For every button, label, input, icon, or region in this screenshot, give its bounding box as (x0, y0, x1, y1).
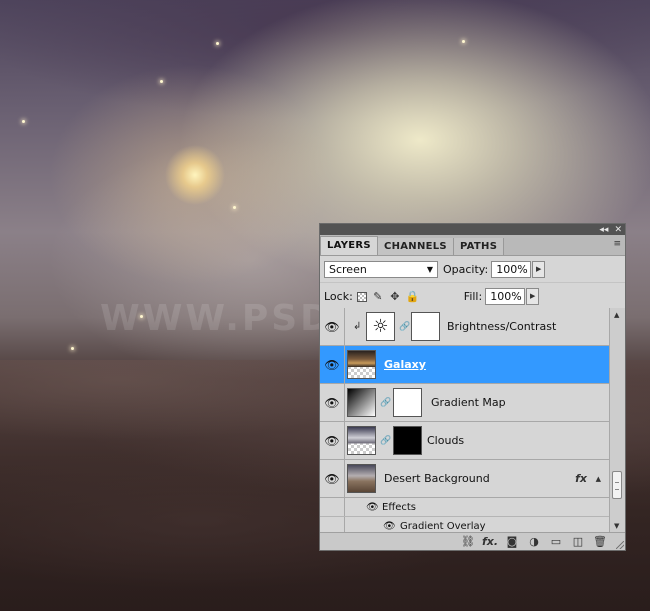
opacity-input[interactable]: 100% (491, 260, 532, 278)
layers-scrollbar[interactable]: ▲ ▼ (609, 308, 625, 533)
layer-mask-thumbnail[interactable] (411, 312, 440, 341)
lock-fill-row: Lock: ✎ ✥ 🔒 Fill: 100% ▶ (320, 283, 625, 311)
tab-channels[interactable]: CHANNELS (377, 238, 454, 255)
blend-mode-select[interactable]: Screen ▼ (324, 260, 438, 278)
adjustment-thumbnail-icon[interactable]: ☼ (366, 312, 395, 341)
layer-thumbnail[interactable] (347, 350, 376, 379)
fill-label: Fill: (463, 290, 483, 303)
effect-visibility-eye-icon[interactable]: 👁 (383, 521, 396, 532)
effect-name[interactable]: Gradient Overlay (400, 521, 486, 532)
expand-effects-icon[interactable]: ▲ (596, 475, 601, 483)
opacity-label: Opacity: (443, 262, 489, 276)
star (462, 40, 465, 43)
opacity-slider-button[interactable]: ▶ (532, 260, 546, 278)
layer-row-brightness-contrast[interactable]: 👁 ↲ ☼ 🔗 Brightness/Contrast (320, 308, 609, 346)
star (22, 120, 25, 123)
layers-list: 👁 ↲ ☼ 🔗 Brightness/Contrast 👁 Galaxy 👁 🔗… (320, 308, 609, 533)
visibility-eye-icon[interactable]: 👁 (320, 460, 345, 497)
mask-link-icon[interactable]: 🔗 (380, 436, 391, 446)
mask-link-icon[interactable]: 🔗 (380, 398, 391, 408)
effects-visibility-eye-icon[interactable]: 👁 (366, 502, 379, 513)
layer-row-galaxy[interactable]: 👁 Galaxy (320, 346, 609, 384)
fill-slider-button[interactable]: ▶ (526, 288, 540, 305)
panel-menu-icon[interactable]: ≡ (613, 239, 621, 249)
effects-row[interactable]: 👁 Effects (320, 498, 609, 517)
blend-mode-value: Screen (329, 262, 367, 276)
fill-input[interactable]: 100% (485, 288, 526, 305)
star (216, 42, 219, 45)
layer-name[interactable]: Galaxy (384, 358, 426, 371)
layer-row-gradient-map[interactable]: 👁 🔗 Gradient Map (320, 384, 609, 422)
resize-grip-icon[interactable] (616, 541, 624, 549)
visibility-eye-icon[interactable]: 👁 (320, 346, 345, 383)
watermark-text: WWW.PSD (100, 298, 334, 339)
fx-icon[interactable]: fx. (479, 535, 501, 548)
visibility-eye-placeholder (320, 498, 345, 516)
new-layer-icon[interactable]: ◫ (567, 535, 589, 548)
scrollbar-thumb[interactable] (612, 471, 622, 499)
panel-title-bar[interactable]: ◂◂ ✕ (320, 224, 625, 235)
collapse-panel-icon[interactable]: ◂◂ (599, 225, 608, 235)
mask-link-icon[interactable]: 🔗 (399, 322, 410, 332)
visibility-eye-placeholder (320, 517, 345, 533)
clipping-arrow-icon: ↲ (353, 321, 362, 332)
layer-row-clouds[interactable]: 👁 🔗 Clouds (320, 422, 609, 460)
layer-name[interactable]: Brightness/Contrast (447, 320, 556, 333)
lock-all-icon[interactable]: 🔒 (406, 290, 420, 303)
tab-paths[interactable]: PATHS (453, 238, 505, 255)
visibility-eye-icon[interactable]: 👁 (320, 384, 345, 421)
layer-thumbnail[interactable] (347, 426, 376, 455)
add-mask-icon[interactable]: ◙ (501, 535, 523, 548)
lock-transparent-pixels-icon[interactable] (356, 291, 367, 302)
scroll-down-icon[interactable]: ▼ (614, 522, 619, 530)
layer-name[interactable]: Desert Background (384, 472, 490, 485)
layer-mask-thumbnail[interactable] (393, 426, 422, 455)
star (160, 80, 163, 83)
effects-label: Effects (382, 501, 416, 513)
visibility-eye-icon[interactable]: 👁 (320, 422, 345, 459)
panel-tabs: LAYERS CHANNELS PATHS ≡ (320, 235, 625, 256)
trash-icon[interactable]: 🗑 (589, 535, 611, 548)
group-folder-icon[interactable]: ▭ (545, 535, 567, 548)
layer-name[interactable]: Clouds (427, 434, 464, 447)
link-layers-icon[interactable]: ⛓ (457, 535, 479, 548)
effect-item-gradient-overlay[interactable]: 👁 Gradient Overlay (320, 517, 609, 533)
layer-name[interactable]: Gradient Map (431, 396, 506, 409)
layer-mask-thumbnail[interactable] (393, 388, 422, 417)
layer-effects-fx-icon[interactable]: fx (575, 472, 587, 485)
chevron-down-icon: ▼ (426, 264, 433, 274)
tab-layers[interactable]: LAYERS (320, 236, 378, 255)
visibility-eye-icon[interactable]: 👁 (320, 308, 345, 345)
layer-thumbnail[interactable] (347, 464, 376, 493)
close-panel-icon[interactable]: ✕ (614, 225, 622, 235)
layers-bottom-toolbar: ⛓ fx. ◙ ◑ ▭ ◫ 🗑 (320, 532, 625, 550)
blend-opacity-row: Screen ▼ Opacity: 100% ▶ (320, 256, 625, 283)
layers-panel[interactable]: ◂◂ ✕ LAYERS CHANNELS PATHS ≡ Screen ▼ Op… (319, 223, 626, 551)
lock-position-icon[interactable]: ✥ (389, 290, 401, 303)
star (71, 347, 74, 350)
scroll-up-icon[interactable]: ▲ (614, 311, 619, 319)
adjustment-layer-icon[interactable]: ◑ (523, 535, 545, 548)
lock-image-pixels-icon[interactable]: ✎ (372, 290, 384, 303)
gradient-map-thumbnail-icon[interactable] (347, 388, 376, 417)
star (233, 206, 236, 209)
layer-row-desert-background[interactable]: 👁 Desert Background fx ▲ (320, 460, 609, 498)
lock-label: Lock: (324, 290, 353, 303)
